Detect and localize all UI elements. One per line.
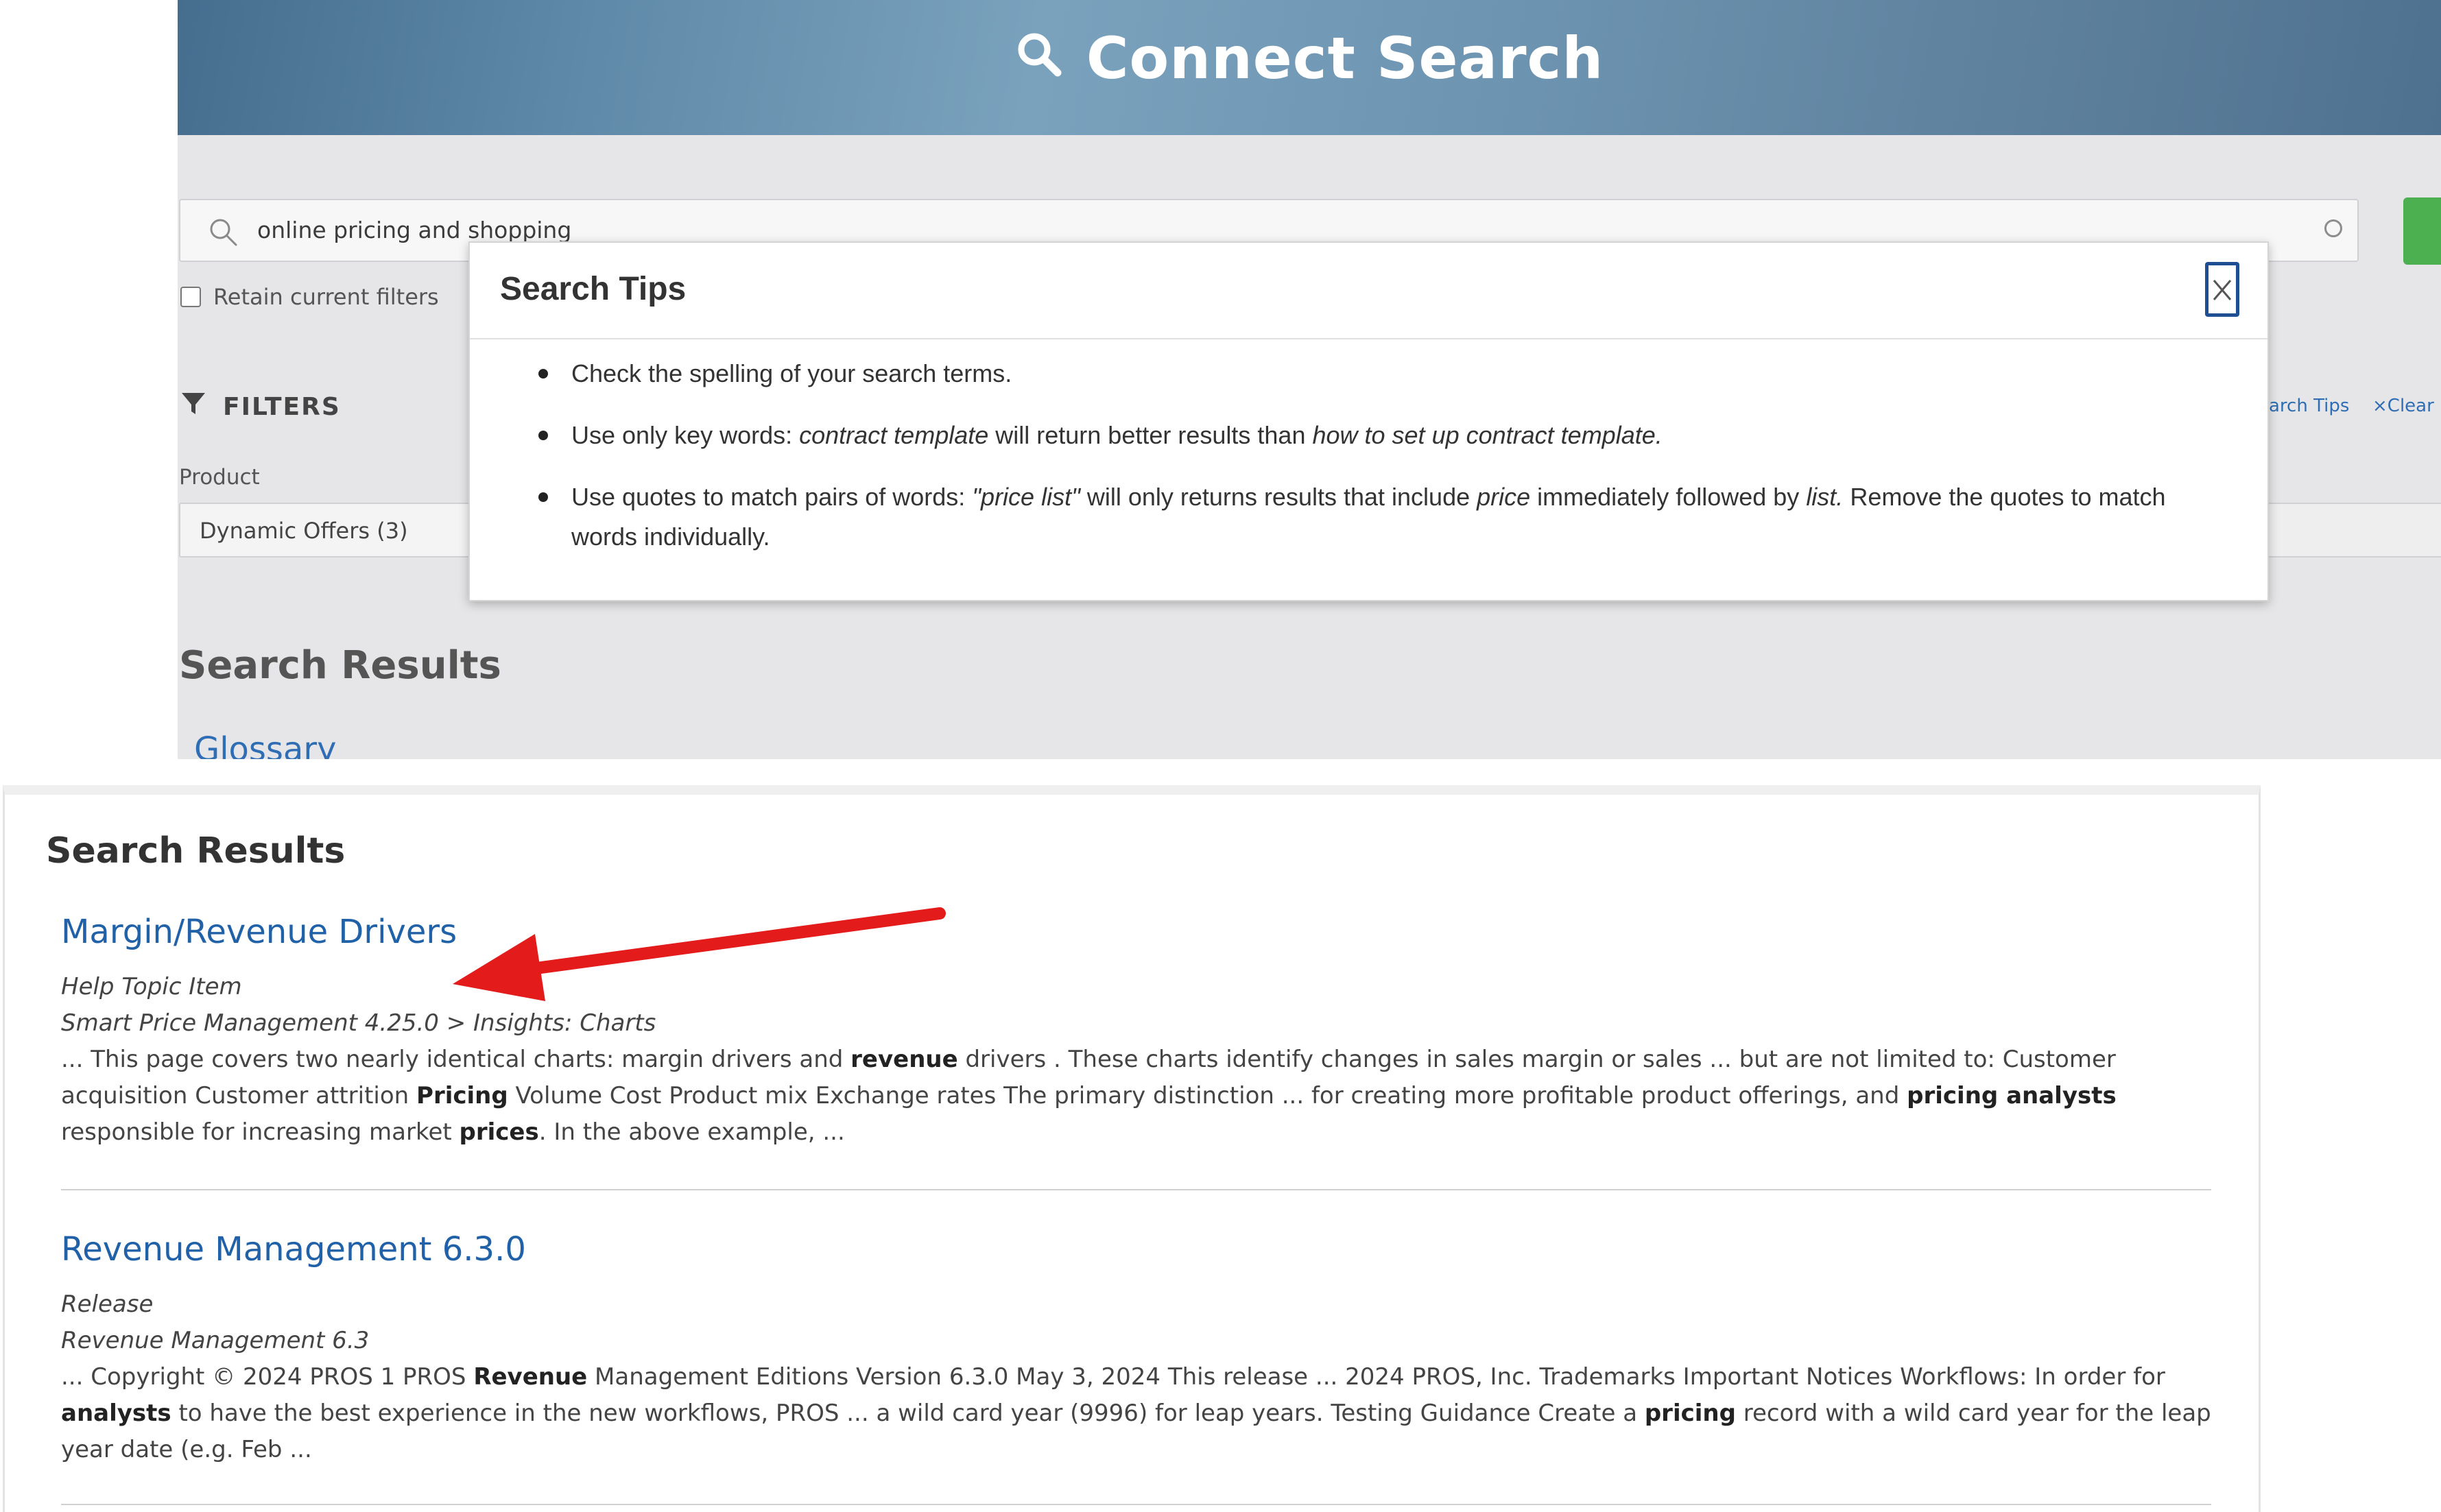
close-button[interactable]: [2205, 262, 2239, 317]
tip-item: Check the spelling of your search terms.: [470, 354, 2267, 394]
result-path: Smart Price Management 4.25.0 > Insights…: [61, 1009, 656, 1037]
filters-heading: FILTERS: [180, 391, 341, 423]
result-title-link[interactable]: Margin/Revenue Drivers: [61, 913, 2211, 951]
result-snippet: ... Copyright © 2024 PROS 1 PROS Revenue…: [61, 1363, 2211, 1463]
clear-search-icon[interactable]: [2324, 219, 2342, 237]
search-button[interactable]: [2403, 197, 2441, 265]
search-icon: [1015, 25, 1063, 92]
product-filter-label: Product: [179, 465, 260, 490]
retain-filters-label: Retain current filters: [213, 284, 439, 310]
clear-filters-link[interactable]: ×Clear: [2372, 396, 2434, 416]
result-type: Release: [61, 1291, 154, 1318]
result-item: Margin/Revenue Drivers Help Topic Item S…: [61, 913, 2211, 1151]
dialog-title: Search Tips: [500, 271, 687, 307]
filter-select[interactable]: [2263, 503, 2441, 557]
banner-title-text: Connect Search: [1086, 25, 1604, 93]
dialog-header: Search Tips: [470, 243, 2267, 339]
tip-item: Use quotes to match pairs of words: "pri…: [470, 477, 2267, 557]
funnel-icon: [180, 391, 206, 423]
retain-filters-checkbox[interactable]: Retain current filters: [180, 283, 439, 310]
tip-item: Use only key words: contract template wi…: [470, 416, 2267, 455]
annotation-arrow-icon: [453, 907, 946, 1001]
search-icon: [208, 217, 238, 250]
result-type: Help Topic Item: [61, 973, 242, 1000]
search-banner: Connect Search: [178, 0, 2441, 135]
result-item: Revenue Management 6.3.0 Release Revenue…: [61, 1230, 2211, 1468]
result-divider: [61, 1189, 2211, 1190]
result-link-glossary[interactable]: Glossary: [194, 730, 336, 759]
result-title-link[interactable]: Revenue Management 6.3.0: [61, 1230, 2211, 1269]
tips-list: Check the spelling of your search terms.…: [470, 354, 2267, 579]
filters-label: FILTERS: [223, 393, 341, 421]
search-tips-link[interactable]: earch Tips: [2258, 396, 2349, 416]
result-snippet: ... This page covers two nearly identica…: [61, 1046, 2117, 1146]
result-divider: [61, 1504, 2211, 1505]
results-panel: Search Results Margin/Revenue Drivers He…: [3, 785, 2261, 1512]
banner-title: Connect Search: [178, 21, 2441, 92]
results-heading: Search Results: [46, 830, 346, 872]
result-path: Revenue Management 6.3: [61, 1327, 370, 1354]
search-input-value: online pricing and shopping: [257, 217, 572, 243]
results-heading: Search Results: [179, 643, 501, 688]
search-tips-dialog: Search Tips Check the spelling of your s…: [468, 241, 2269, 601]
close-icon: [2213, 280, 2232, 300]
checkbox-icon[interactable]: [180, 287, 201, 307]
